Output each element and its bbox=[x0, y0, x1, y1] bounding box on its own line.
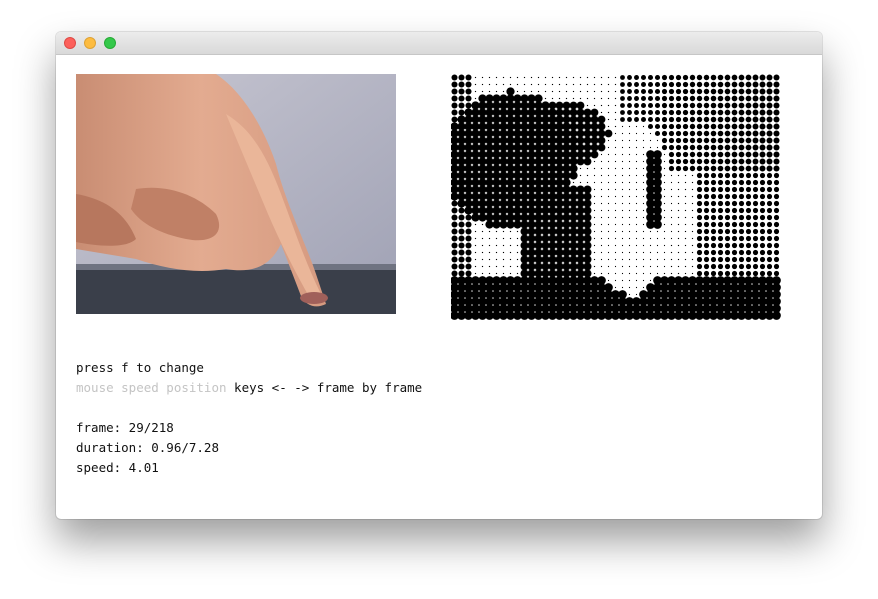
duration-readout: duration: 0.96/7.28 bbox=[76, 440, 219, 455]
zoom-window-button[interactable] bbox=[104, 37, 116, 49]
frame-readout: frame: 29/218 bbox=[76, 420, 174, 435]
instruction-line: press f to change bbox=[76, 360, 204, 375]
close-window-button[interactable] bbox=[64, 37, 76, 49]
mode-line: mouse speed position keys <- -> frame by… bbox=[76, 378, 422, 398]
mode-mouse-speed-position: mouse speed position bbox=[76, 380, 227, 395]
webcam-video-frame bbox=[76, 74, 396, 314]
minimize-window-button[interactable] bbox=[84, 37, 96, 49]
speed-readout: speed: 4.01 bbox=[76, 460, 159, 475]
mode-keys-frame-by-frame: keys <- -> frame by frame bbox=[234, 380, 423, 395]
title-bar[interactable] bbox=[56, 32, 822, 55]
app-window: press f to change mouse speed position k… bbox=[56, 32, 822, 519]
halftone-dot-output bbox=[450, 74, 781, 320]
